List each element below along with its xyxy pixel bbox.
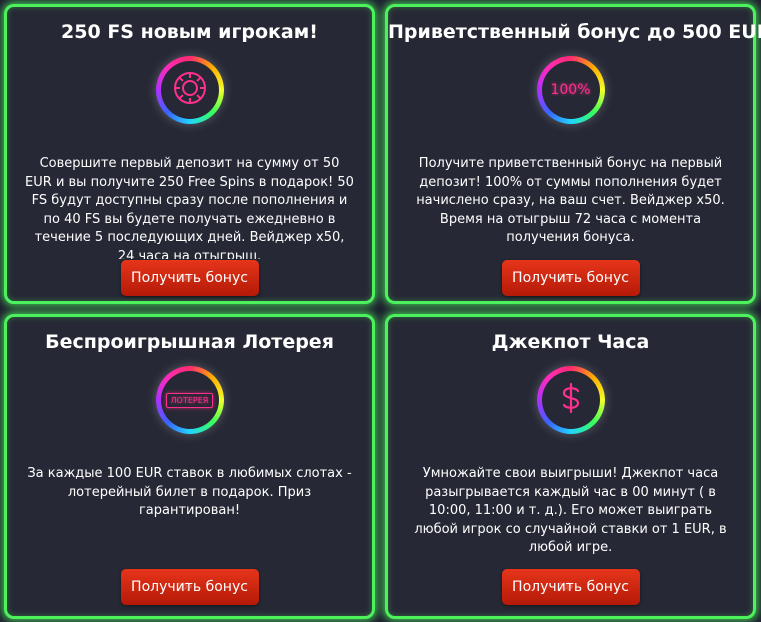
button-label: Получить бонус [131, 579, 248, 595]
promo-description: За каждые 100 EUR ставок в любимых слота… [27, 466, 352, 518]
promo-card-lottery: Беспроигрышная Лотерея ЛОТЕРЕЯ За каждые… [4, 314, 375, 619]
dollar-sign-icon [551, 378, 591, 422]
promo-description: Совершите первый депозит на сумму от 50 … [25, 156, 354, 259]
icon-ring [155, 56, 224, 124]
promo-title: Приветственный бонус до 500 EUR [388, 21, 761, 43]
promo-grid: 250 FS новым игрокам! Совершите первый д… [0, 0, 761, 622]
icon-ring: ЛОТЕРЕЯ [155, 366, 224, 434]
promo-description: Умножайте свои выигрыши! Джекпот часа ра… [414, 466, 727, 555]
promo-title: Беспроигрышная Лотерея [45, 331, 334, 353]
promo-card-welcome-bonus: Приветственный бонус до 500 EUR 100% Пол… [385, 4, 761, 304]
promo-description: Получите приветственный бонус на первый … [416, 156, 725, 245]
get-bonus-button[interactable]: ››› Получить бонус [501, 260, 640, 296]
button-label: Получить бонус [512, 579, 629, 595]
button-label: Получить бонус [512, 270, 629, 286]
get-bonus-button[interactable]: ››› Получить бонус [120, 569, 259, 605]
percent-badge-icon: 100% [550, 82, 591, 98]
get-bonus-button[interactable]: ››› Получить бонус [501, 569, 640, 605]
promo-title: Джекпот Часа [491, 331, 650, 353]
promo-title: 250 FS новым игрокам! [61, 21, 318, 43]
icon-ring [536, 366, 605, 434]
lottery-ticket-icon: ЛОТЕРЕЯ [165, 392, 214, 408]
casino-chip-icon [170, 68, 210, 112]
icon-ring: 100% [536, 56, 605, 124]
promo-card-free-spins: 250 FS новым игрокам! Совершите первый д… [4, 4, 375, 304]
get-bonus-button[interactable]: ››› Получить бонус [120, 260, 259, 296]
button-label: Получить бонус [131, 270, 248, 286]
promo-card-hourly-jackpot: Джекпот Часа Умножайте свои выигрыши! Дж… [385, 314, 756, 619]
